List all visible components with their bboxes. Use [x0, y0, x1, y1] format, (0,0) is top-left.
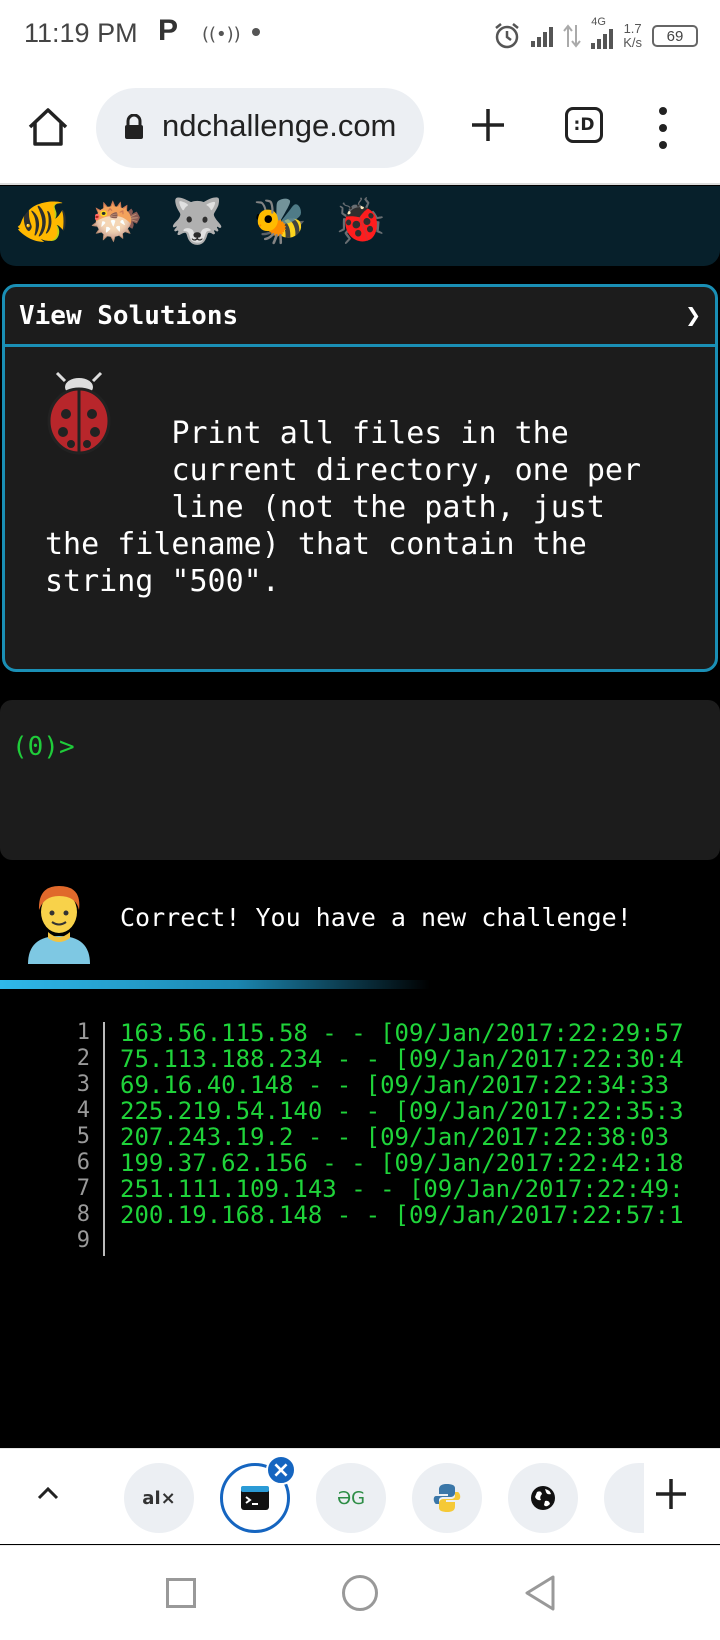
blowfish-avatar-icon[interactable]: 🐡 [86, 186, 146, 256]
line-text: 207.243.19.2 - - [09/Jan/2017:22:38:03 [120, 1123, 670, 1151]
avatar-strip: 🐠 🐡 🐺 🐝 🐞 [0, 186, 720, 266]
line-text: 163.56.115.58 - - [09/Jan/2017:22:29:57 [120, 1020, 684, 1047]
new-tab-plus-icon[interactable] [468, 105, 508, 145]
data-arrows-icon [563, 24, 581, 48]
chevron-up-icon[interactable] [34, 1479, 62, 1507]
view-solutions-header[interactable]: View Solutions ❯ [5, 287, 715, 347]
globe-tab-icon[interactable] [508, 1463, 578, 1533]
progress-accent-bar [0, 980, 430, 989]
globe-icon [531, 1486, 555, 1510]
geeksforgeeks-tab-icon[interactable]: ƏG [316, 1463, 386, 1533]
browser-toolbar: ndchallenge.com :D [0, 75, 720, 185]
line-number: 2 [76, 1046, 90, 1071]
notification-dot-icon [252, 28, 260, 36]
status-right-cluster: 4G 1.7 K/s 69 [493, 16, 698, 54]
output-line: 9 [0, 1228, 720, 1254]
expand-arrow-icon[interactable]: ❯ [685, 301, 701, 331]
output-line: 7 251.111.109.143 - - [09/Jan/2017:22:49… [0, 1176, 720, 1202]
bee-avatar-icon[interactable]: 🐝 [250, 186, 310, 256]
feedback-message: Correct! You have a new challenge! [120, 903, 632, 932]
output-line: 3 69.16.40.148 - - [09/Jan/2017:22:34:33 [0, 1072, 720, 1098]
line-number: 9 [76, 1228, 90, 1253]
output-panel: 1 163.56.115.58 - - [09/Jan/2017:22:29:5… [0, 1020, 720, 1260]
net-speed-unit: K/s [623, 35, 642, 50]
output-line: 2 75.113.188.234 - - [09/Jan/2017:22:30:… [0, 1046, 720, 1072]
add-tab-plus-icon[interactable] [654, 1477, 688, 1511]
challenge-description: Print all files in the current directory… [45, 416, 642, 599]
overflow-menu-icon[interactable] [648, 103, 678, 153]
view-solutions-label: View Solutions [19, 300, 239, 331]
net-speed: 1.7 K/s [623, 22, 642, 50]
home-circle-icon[interactable] [342, 1575, 378, 1611]
wolf-avatar-icon[interactable]: 🐺 [167, 186, 227, 256]
solutions-panel: View Solutions ❯ Print all files in the … [2, 284, 718, 672]
line-number: 6 [76, 1150, 90, 1175]
battery-icon: 69 [652, 25, 698, 47]
terminal-input[interactable]: (0)> [0, 700, 720, 860]
terminal-glyph-icon [241, 1486, 269, 1510]
tab-switcher-icon[interactable]: :D [565, 107, 603, 143]
line-number: 7 [76, 1176, 90, 1201]
ladybug-avatar-icon[interactable]: 🐞 [330, 186, 390, 256]
partial-tab[interactable] [604, 1463, 644, 1533]
tab-strip: al× × ƏG [0, 1448, 720, 1544]
line-number: 4 [76, 1098, 90, 1123]
terminal-prompt: (0)> [12, 732, 75, 762]
radio-broadcast-icon: ((•)) [202, 24, 241, 45]
back-triangle-icon[interactable] [524, 1574, 556, 1612]
output-line: 8 200.19.168.148 - - [09/Jan/2017:22:57:… [0, 1202, 720, 1228]
line-number: 5 [76, 1124, 90, 1149]
net-speed-value: 1.7 [623, 21, 642, 36]
line-text: 251.111.109.143 - - [09/Jan/2017:22:49: [120, 1175, 684, 1203]
signal-4g-icon [591, 27, 614, 49]
lock-icon [125, 114, 143, 139]
line-text: 199.37.62.156 - - [09/Jan/2017:22:42:18 [120, 1149, 684, 1177]
alarm-icon [495, 23, 519, 49]
network-type: 4G [591, 16, 606, 28]
line-number: 1 [76, 1020, 90, 1045]
status-bar: 11:19 PM P ((•)) 4G 1.7 K/s 69 [0, 0, 720, 75]
notification-p-icon: P [158, 14, 179, 47]
output-line: 1 163.56.115.58 - - [09/Jan/2017:22:29:5… [0, 1020, 720, 1046]
recents-square-icon[interactable] [166, 1578, 196, 1608]
signal-icon [531, 25, 554, 47]
man-redhair-icon [28, 886, 90, 964]
system-nav-bar [0, 1545, 720, 1640]
python-tab-icon[interactable] [412, 1463, 482, 1533]
line-text: 200.19.168.148 - - [09/Jan/2017:22:57:1 [120, 1201, 684, 1229]
line-text: 225.219.54.140 - - [09/Jan/2017:22:35:3 [120, 1097, 684, 1125]
output-line: 4 225.219.54.140 - - [09/Jan/2017:22:35:… [0, 1098, 720, 1124]
fish-avatar-icon[interactable]: 🐠 [12, 186, 72, 256]
output-line: 6 199.37.62.156 - - [09/Jan/2017:22:42:1… [0, 1150, 720, 1176]
alx-tab-icon[interactable]: al× [124, 1463, 194, 1533]
line-text: 69.16.40.148 - - [09/Jan/2017:22:34:33 [120, 1071, 670, 1099]
python-logo-icon [433, 1484, 461, 1512]
url-text: ndchallenge.com [162, 108, 397, 143]
home-icon[interactable] [26, 105, 70, 149]
line-text: 75.113.188.234 - - [09/Jan/2017:22:30:4 [120, 1045, 684, 1073]
close-tab-icon[interactable]: × [266, 1455, 296, 1485]
line-number: 3 [76, 1072, 90, 1097]
output-line: 5 207.243.19.2 - - [09/Jan/2017:22:38:03 [0, 1124, 720, 1150]
line-number: 8 [76, 1202, 90, 1227]
url-bar[interactable]: ndchallenge.com [96, 88, 424, 168]
status-time: 11:19 PM [24, 18, 138, 48]
